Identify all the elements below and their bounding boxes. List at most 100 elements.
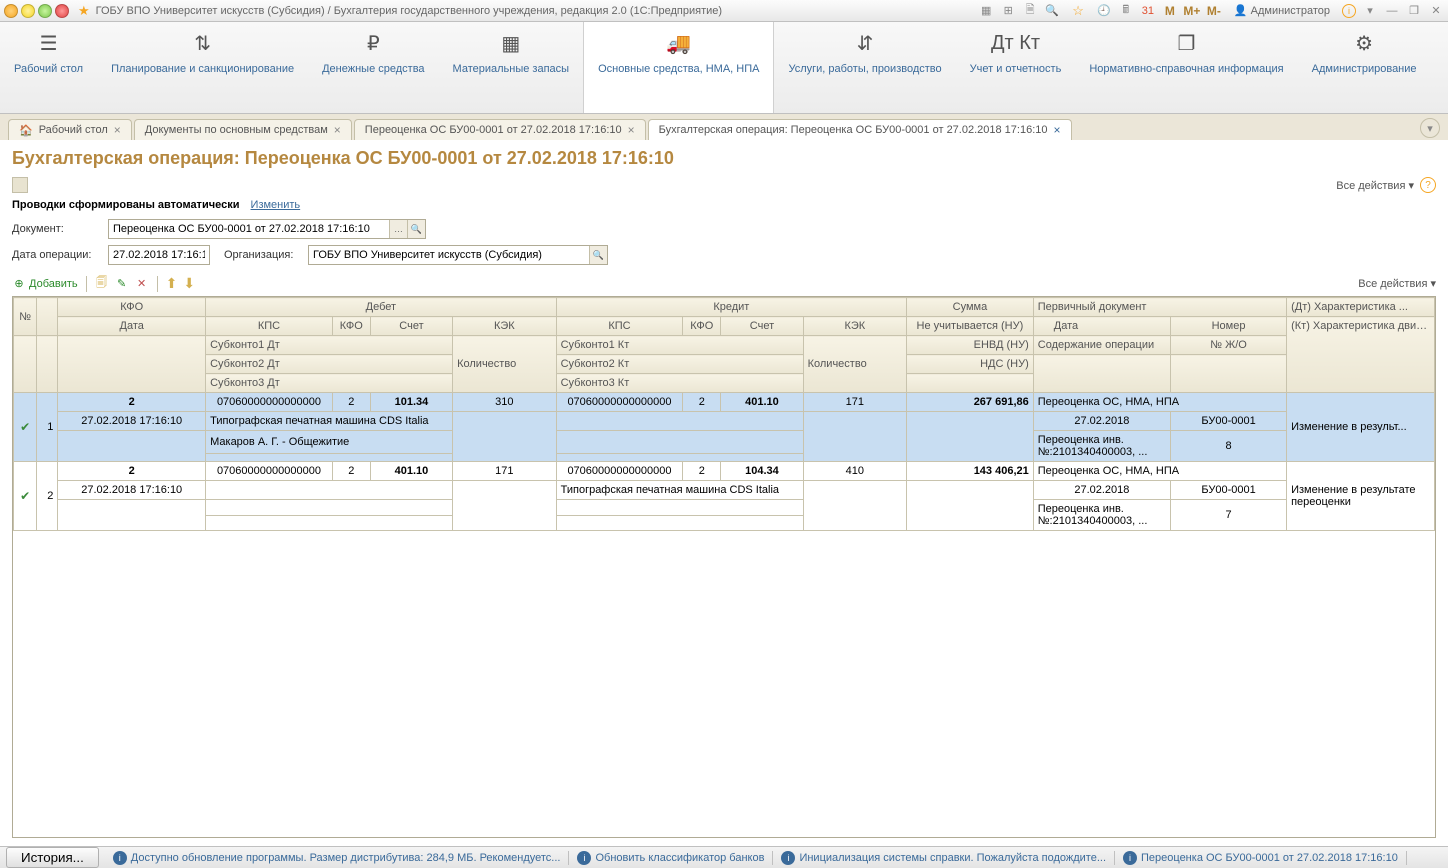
dropdown-icon[interactable]: ▾ [1362,3,1378,19]
section-7[interactable]: ❐ Нормативно-справочная информация [1075,22,1297,113]
h-sub3d[interactable]: Субконто3 Дт [206,374,453,393]
doc-input[interactable] [109,220,389,238]
h-primdoc[interactable]: Первичный документ [1033,298,1286,317]
ti-2[interactable]: ⊞ [1000,3,1016,19]
tab-close-icon[interactable]: × [628,123,635,137]
page-icon[interactable] [12,177,28,193]
h-k-kfo[interactable]: КФО [683,317,721,336]
help-icon[interactable]: ? [1420,177,1436,193]
h-sub2k[interactable]: Субконто2 Кт [556,355,803,374]
h-d-acc[interactable]: Счет [370,317,452,336]
row-check[interactable]: ✔ [14,393,37,462]
h-sub2d[interactable]: Субконто2 Дт [206,355,453,374]
up-arrow[interactable]: ⬆ [166,275,178,292]
win-btn-2[interactable] [21,4,35,18]
org-search-btn[interactable]: 🔍 [589,246,607,264]
history-button[interactable]: История... [6,847,99,868]
change-link[interactable]: Изменить [251,199,301,211]
m-btn[interactable]: M [1162,3,1178,19]
close-icon[interactable]: ✕ [1428,3,1444,19]
h-sub1k[interactable]: Субконто1 Кт [556,336,803,355]
tab-1[interactable]: Документы по основным средствам× [134,119,352,140]
org-input[interactable] [309,246,589,264]
sb-item-2[interactable]: iИнициализация системы справки. Пожалуйс… [773,851,1115,865]
sb-item-0[interactable]: iДоступно обновление программы. Размер д… [105,851,570,865]
m-minus-btn[interactable]: M- [1206,3,1222,19]
h-sum[interactable]: Сумма [907,298,1034,317]
h-kfo[interactable]: КФО [58,298,206,317]
table-row[interactable]: ✔ 1 2 07060000000000000 2 101.34 310 070… [14,393,1435,412]
section-8[interactable]: ⚙ Администрирование [1298,22,1431,113]
doc-search-btn[interactable]: 🔍 [407,220,425,238]
h-content[interactable]: Содержание операции [1033,336,1170,355]
row-check[interactable]: ✔ [14,462,37,531]
tab-close-icon[interactable]: × [1054,123,1061,137]
section-6[interactable]: Дт Кт Учет и отчетность [956,22,1076,113]
edit-icon[interactable]: ✎ [115,277,129,291]
h-sub1d[interactable]: Субконто1 Дт [206,336,453,355]
h-envd[interactable]: ЕНВД (НУ) [907,336,1034,355]
entries-grid[interactable]: № КФО Дебет Кредит Сумма Первичный докум… [13,297,1435,531]
h-k-kek[interactable]: КЭК [803,317,906,336]
maximize-icon[interactable]: ❐ [1406,3,1422,19]
h-k-kps[interactable]: КПС [556,317,683,336]
fav-icon[interactable]: ☆ [1072,3,1084,19]
h-nds[interactable]: НДС (НУ) [907,355,1034,374]
doc-ellipsis-btn[interactable]: … [389,220,407,238]
section-1[interactable]: ⇅ Планирование и санкционирование [97,22,308,113]
h-charact-kt[interactable]: (Кт) Характеристика движения [1287,317,1435,393]
sb-item-1[interactable]: iОбновить классификатор банков [569,851,773,865]
h-kredit[interactable]: Кредит [556,298,906,317]
h-d-kfo[interactable]: КФО [332,317,370,336]
ti-1[interactable]: ▦ [978,3,994,19]
delete-icon[interactable]: ✕ [135,277,149,291]
sb-item-3[interactable]: iПереоценка ОС БУ00-0001 от 27.02.2018 1… [1115,851,1407,865]
h-qty-k[interactable]: Количество [803,336,906,393]
minimize-icon[interactable]: — [1384,3,1400,19]
tab-close-icon[interactable]: × [114,123,121,137]
copy-icon[interactable]: 🗐 [95,277,109,291]
table-row[interactable]: 27.02.2018 17:16:10 Типографская печатна… [14,481,1435,500]
table-all-actions[interactable]: Все действия ▾ [1358,277,1436,290]
win-btn-3[interactable] [38,4,52,18]
add-button[interactable]: ⊕ Добавить [12,277,78,291]
h-sub3k[interactable]: Субконто3 Кт [556,374,803,393]
section-5[interactable]: ⇵ Услуги, работы, производство [774,22,955,113]
h-d-kps[interactable]: КПС [206,317,333,336]
win-btn-4[interactable] [55,4,69,18]
h-num[interactable]: № [14,298,37,336]
calc-icon[interactable]: 🖩 [1118,3,1134,19]
ti-3[interactable]: 🗎 [1022,3,1038,19]
star-icon[interactable]: ★ [78,3,90,19]
h-prim-num[interactable]: Номер [1170,317,1286,336]
m-plus-btn[interactable]: M+ [1184,3,1200,19]
h-date[interactable]: Дата [58,317,206,336]
h-debet[interactable]: Дебет [206,298,557,317]
table-row[interactable]: Переоценка инв. №:2101340400003, ... 7 [14,500,1435,516]
ti-4[interactable]: 🔍 [1044,3,1060,19]
tab-0[interactable]: 🏠Рабочий стол× [8,119,132,140]
section-2[interactable]: ₽ Денежные средства [308,22,438,113]
h-charact-dt[interactable]: (Дт) Характеристика ... [1287,298,1435,317]
table-row[interactable]: ✔ 2 2 07060000000000000 2 401.10 171 070… [14,462,1435,481]
tab-2[interactable]: Переоценка ОС БУ00-0001 от 27.02.2018 17… [354,119,646,140]
info-icon[interactable]: i [1342,4,1356,18]
h-prim-date[interactable]: Дата [1033,317,1170,336]
h-notnu[interactable]: Не учитывается (НУ) [907,317,1034,336]
section-3[interactable]: ▦ Материальные запасы [439,22,584,113]
table-row[interactable]: Макаров А. Г. - Общежитие Переоценка инв… [14,431,1435,454]
table-row[interactable]: 27.02.2018 17:16:10 Типографская печатна… [14,412,1435,431]
ti-5[interactable]: 🕘 [1096,3,1112,19]
tabs-expand-icon[interactable]: ▾ [1420,118,1440,138]
user-label[interactable]: 👤 Администратор [1228,4,1336,17]
h-d-kek[interactable]: КЭК [453,317,557,336]
all-actions-link[interactable]: Все действия ▾ [1336,179,1414,192]
section-0[interactable]: ☰ Рабочий стол [0,22,97,113]
section-4[interactable]: 🚚 Основные средства, НМА, НПА [583,22,774,113]
date-input[interactable] [109,246,209,264]
h-k-acc[interactable]: Счет [721,317,803,336]
tab-close-icon[interactable]: × [334,123,341,137]
h-qty-d[interactable]: Количество [453,336,557,393]
win-btn-1[interactable] [4,4,18,18]
h-jo[interactable]: № Ж/О [1170,336,1286,355]
